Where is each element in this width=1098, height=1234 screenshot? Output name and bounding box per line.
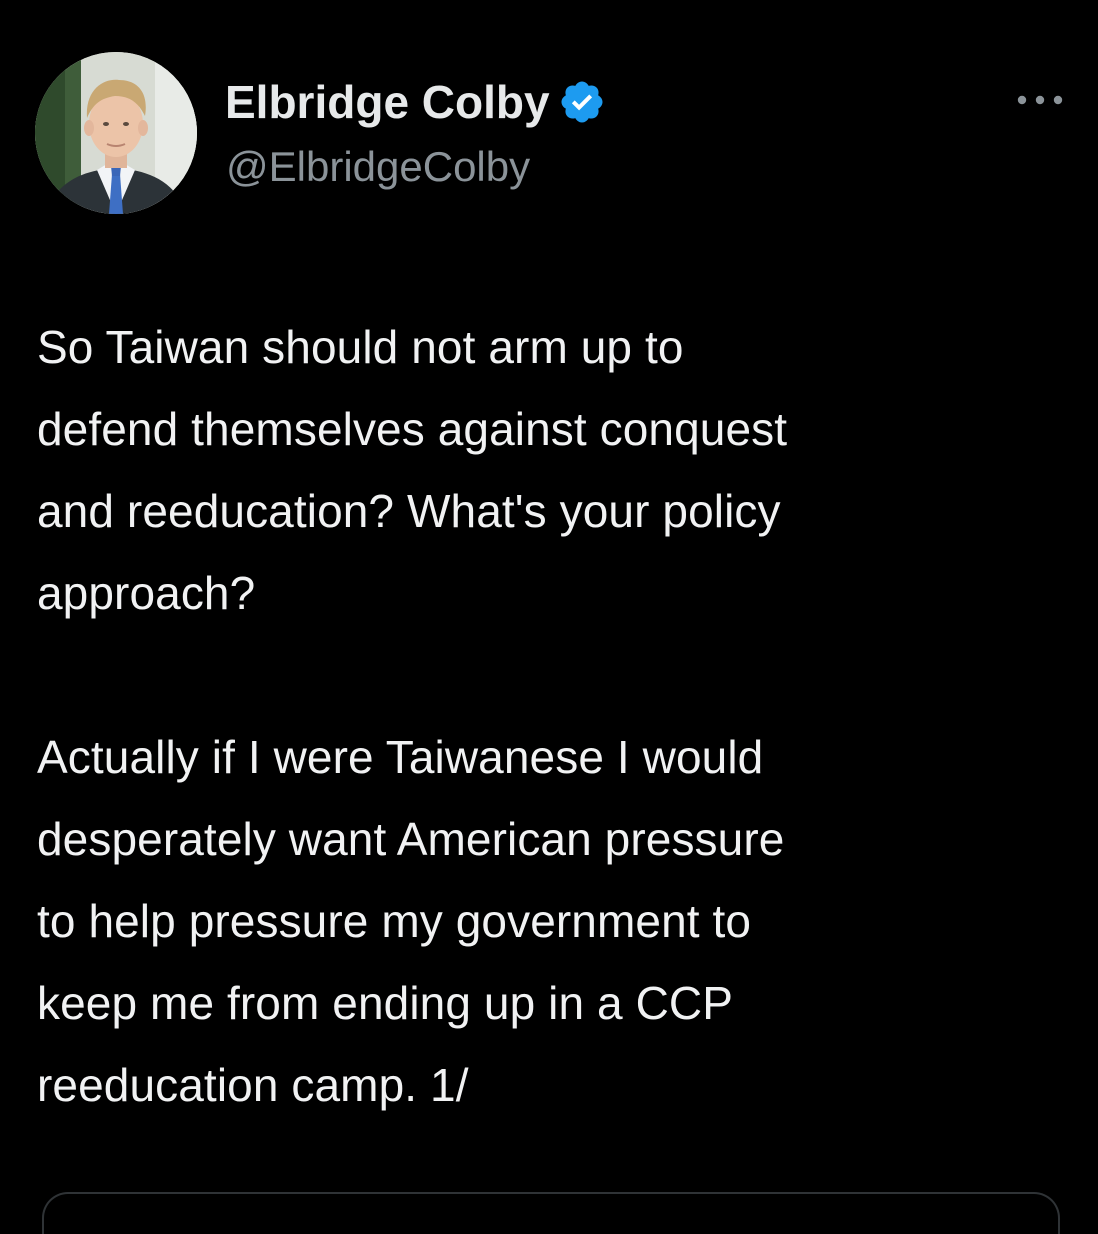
author-display-name[interactable]: Elbridge Colby <box>225 74 550 130</box>
author-name-row: Elbridge Colby <box>225 72 606 132</box>
author-handle[interactable]: @ElbridgeColby <box>226 140 530 194</box>
quoted-tweet-card[interactable] <box>42 1192 1060 1234</box>
tweet-paragraph-2: Actually if I were Taiwanese I would des… <box>37 731 785 1111</box>
avatar[interactable] <box>35 52 197 214</box>
verified-badge-icon[interactable] <box>558 78 606 126</box>
tweet-paragraph-1: So Taiwan should not arm up to defend th… <box>37 321 788 619</box>
more-options-button[interactable] <box>1005 82 1075 118</box>
more-horizontal-icon <box>1017 95 1063 105</box>
tweet: Elbridge Colby @ElbridgeColby So Taiwan … <box>0 0 1098 1234</box>
tweet-text: So Taiwan should not arm up to defend th… <box>37 306 1067 1126</box>
